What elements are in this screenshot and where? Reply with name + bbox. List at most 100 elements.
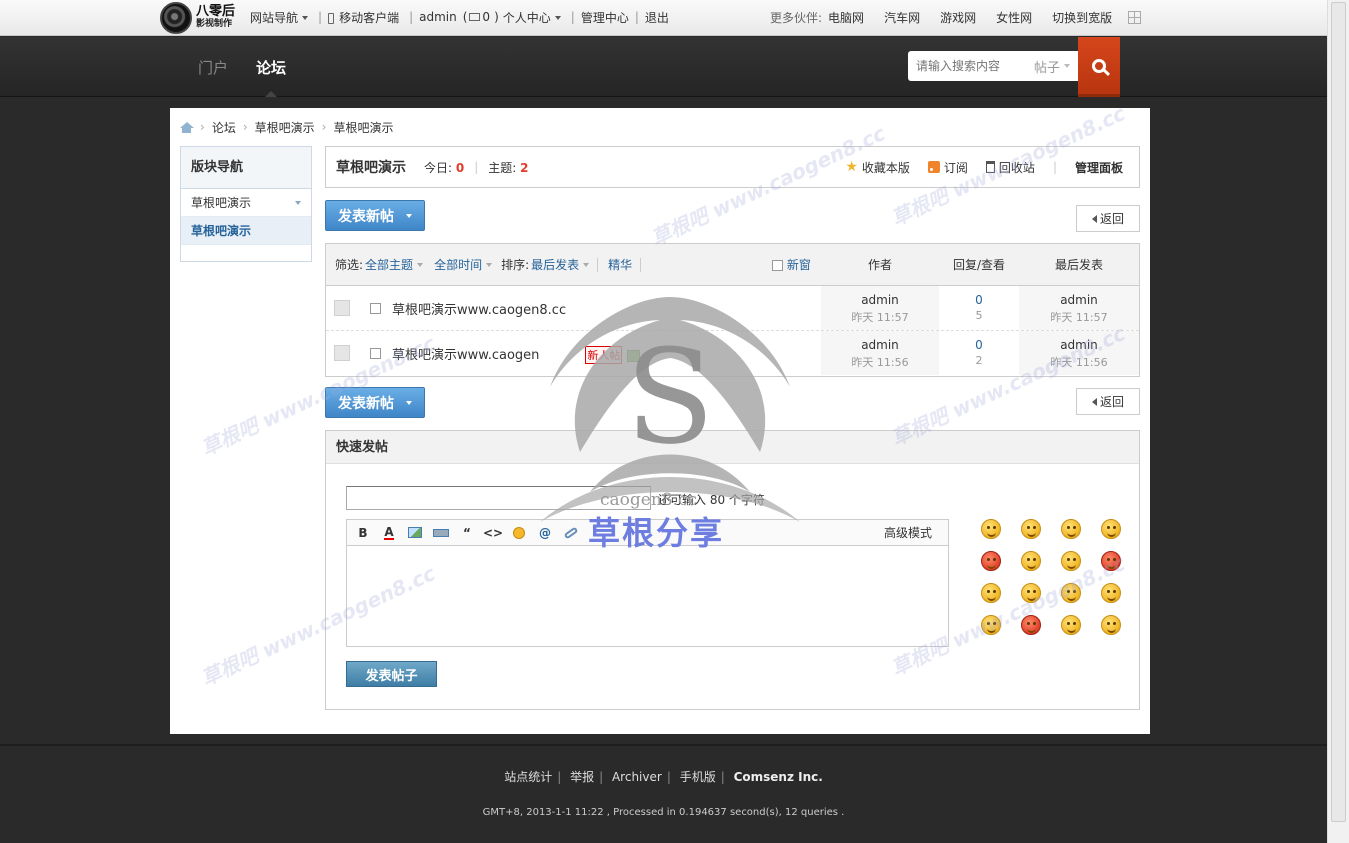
thread-row[interactable]: 草根吧演示www.caogen8.cc admin 昨天 11:57 0 5 adm… bbox=[326, 286, 1139, 331]
footer-company-link[interactable]: Comsenz Inc. bbox=[734, 770, 823, 784]
footer-link-stats[interactable]: 站点统计 bbox=[504, 770, 552, 784]
thread-author[interactable]: admin bbox=[821, 338, 939, 352]
mobile-client-link[interactable]: 移动客户端 bbox=[328, 9, 399, 26]
partner-link-car[interactable]: 汽车网 bbox=[884, 9, 920, 26]
sort-last-post[interactable]: 最后发表 bbox=[531, 256, 579, 273]
smiley-grin-icon[interactable] bbox=[1101, 583, 1121, 603]
nav-item-portal[interactable]: 门户 bbox=[198, 37, 228, 97]
link-button[interactable] bbox=[559, 523, 583, 543]
board-nav-group[interactable]: 草根吧演示 bbox=[181, 189, 311, 217]
col-last-post: 最后发表 bbox=[1055, 258, 1104, 272]
breadcrumb-item-group[interactable]: 草根吧演示 bbox=[255, 119, 315, 136]
font-color-button[interactable]: A bbox=[377, 523, 401, 543]
smiley-sad-icon[interactable] bbox=[1021, 519, 1041, 539]
mobile-label: 移动客户端 bbox=[339, 10, 400, 25]
smiley-shy-icon[interactable] bbox=[1021, 551, 1041, 571]
new-post-button-bottom[interactable]: 发表新帖 bbox=[325, 387, 425, 418]
smiley-love-icon[interactable] bbox=[1101, 551, 1121, 571]
thread-select-checkbox[interactable] bbox=[370, 303, 381, 314]
new-window-label: 新窗 bbox=[786, 258, 811, 272]
search-type-select[interactable]: 帖子 bbox=[1034, 57, 1071, 76]
thread-title[interactable]: 草根吧演示www.caogen8.cc bbox=[392, 299, 566, 318]
subject-field[interactable] bbox=[346, 486, 651, 510]
smiley-dizzy-icon[interactable] bbox=[1101, 615, 1121, 635]
personal-center-menu[interactable]: 个人中心 bbox=[503, 9, 561, 26]
scrollbar-thumb[interactable] bbox=[1331, 2, 1346, 822]
site-logo[interactable]: 八零后 影视制作 bbox=[160, 1, 235, 35]
new-window-toggle[interactable]: 新窗 bbox=[772, 244, 811, 286]
partner-link-women[interactable]: 女性网 bbox=[996, 9, 1032, 26]
admin-panel-link[interactable]: 管理面板 bbox=[1075, 159, 1123, 176]
back-button-bottom[interactable]: 返回 bbox=[1076, 388, 1140, 415]
breadcrumb-item-board[interactable]: 草根吧演示 bbox=[333, 119, 393, 136]
thread-title[interactable]: 草根吧演示www.caogen bbox=[392, 348, 539, 363]
breadcrumb-item-forum[interactable]: 论坛 bbox=[212, 119, 236, 136]
partner-link-game[interactable]: 游戏网 bbox=[940, 9, 976, 26]
filter-all-topics[interactable]: 全部主题 bbox=[365, 256, 413, 273]
quote-button[interactable]: “ bbox=[455, 523, 479, 543]
user-link[interactable]: admin bbox=[419, 10, 457, 24]
search-button[interactable] bbox=[1078, 37, 1120, 97]
nav-item-forum[interactable]: 论坛 bbox=[256, 37, 286, 97]
insert-image-button[interactable] bbox=[403, 523, 427, 543]
smiley-smile-icon[interactable] bbox=[981, 519, 1001, 539]
subscribe-button[interactable]: 订阅 bbox=[927, 159, 968, 176]
filter-digest[interactable]: 精华 bbox=[608, 256, 632, 273]
today-count: 0 bbox=[455, 160, 465, 175]
advanced-mode-link[interactable]: 高级模式 bbox=[884, 524, 932, 541]
manage-center-link[interactable]: 管理中心 bbox=[581, 9, 629, 26]
recycle-bin-button[interactable]: 回收站 bbox=[985, 159, 1035, 176]
thread-last-date[interactable]: 昨天 11:57 bbox=[1019, 309, 1139, 325]
partner-link-pc[interactable]: 电脑网 bbox=[828, 9, 864, 26]
today-stat: 今日: 0 bbox=[424, 159, 464, 176]
thread-row[interactable]: 草根吧演示www.caogen 新人帖 admin 昨天 11:56 0 2 admi… bbox=[326, 331, 1139, 376]
filter-all-time[interactable]: 全部时间 bbox=[434, 256, 482, 273]
home-icon[interactable] bbox=[180, 121, 194, 133]
new-post-button[interactable]: 发表新帖 bbox=[325, 200, 425, 231]
filter-label: 筛选: bbox=[335, 258, 364, 272]
bold-button[interactable]: B bbox=[351, 523, 375, 543]
smiley-angry-icon[interactable] bbox=[981, 551, 1001, 571]
smiley-sweat-icon[interactable] bbox=[1061, 583, 1081, 603]
footer-link-mobile[interactable]: 手机版 bbox=[680, 770, 716, 784]
smiley-panel bbox=[971, 519, 1131, 635]
footer-link-archiver[interactable]: Archiver bbox=[612, 770, 662, 784]
message-textarea[interactable] bbox=[347, 546, 948, 646]
code-button[interactable]: <> bbox=[481, 523, 505, 543]
new-window-checkbox[interactable] bbox=[772, 260, 783, 271]
submit-post-button[interactable]: 发表帖子 bbox=[346, 661, 437, 687]
mention-button[interactable]: @ bbox=[533, 523, 557, 543]
smiley-laugh-icon[interactable] bbox=[981, 583, 1001, 603]
favorite-board-button[interactable]: ★ 收藏本版 bbox=[845, 159, 910, 176]
search-input[interactable] bbox=[916, 59, 1034, 73]
smiley-button[interactable] bbox=[507, 523, 531, 543]
thread-author[interactable]: admin bbox=[821, 293, 939, 307]
smiley-happy-icon[interactable] bbox=[1061, 551, 1081, 571]
board-nav-item[interactable]: 草根吧演示 bbox=[181, 217, 311, 245]
vertical-scrollbar[interactable] bbox=[1327, 0, 1349, 843]
back-button[interactable]: 返回 bbox=[1076, 205, 1140, 232]
smiley-wink-icon[interactable] bbox=[981, 615, 1001, 635]
smiley-tongue-icon[interactable] bbox=[1021, 583, 1041, 603]
site-footer: 站点统计 | 举报 | Archiver | 手机版 | Comsenz Inc. GM… bbox=[0, 744, 1327, 843]
subject-input[interactable] bbox=[347, 487, 650, 509]
thread-folder-icon bbox=[334, 300, 350, 316]
attachment-button[interactable] bbox=[429, 523, 453, 543]
smiley-cry-icon[interactable] bbox=[1101, 519, 1121, 539]
smiley-curse-icon[interactable] bbox=[1061, 615, 1081, 635]
mail-icon[interactable] bbox=[469, 13, 481, 21]
switch-wide-link[interactable]: 切换到宽版 bbox=[1052, 9, 1112, 26]
thread-select-checkbox[interactable] bbox=[370, 348, 381, 359]
thread-last-date[interactable]: 昨天 11:56 bbox=[1019, 354, 1139, 370]
footer-links: 站点统计 | 举报 | Archiver | 手机版 | Comsenz Inc. bbox=[504, 770, 823, 784]
footer-link-report[interactable]: 举报 bbox=[570, 770, 594, 784]
thread-last-user[interactable]: admin bbox=[1019, 338, 1139, 352]
smiley-surprise-icon[interactable] bbox=[1061, 519, 1081, 539]
site-nav-menu[interactable]: 网站导航 bbox=[250, 9, 309, 26]
chevron-down-icon bbox=[295, 201, 301, 205]
logout-link[interactable]: 退出 bbox=[645, 9, 669, 26]
thread-last-user[interactable]: admin bbox=[1019, 293, 1139, 307]
chevron-down-icon bbox=[486, 262, 493, 267]
grid-icon[interactable] bbox=[1128, 10, 1142, 24]
smiley-shock-icon[interactable] bbox=[1021, 615, 1041, 635]
